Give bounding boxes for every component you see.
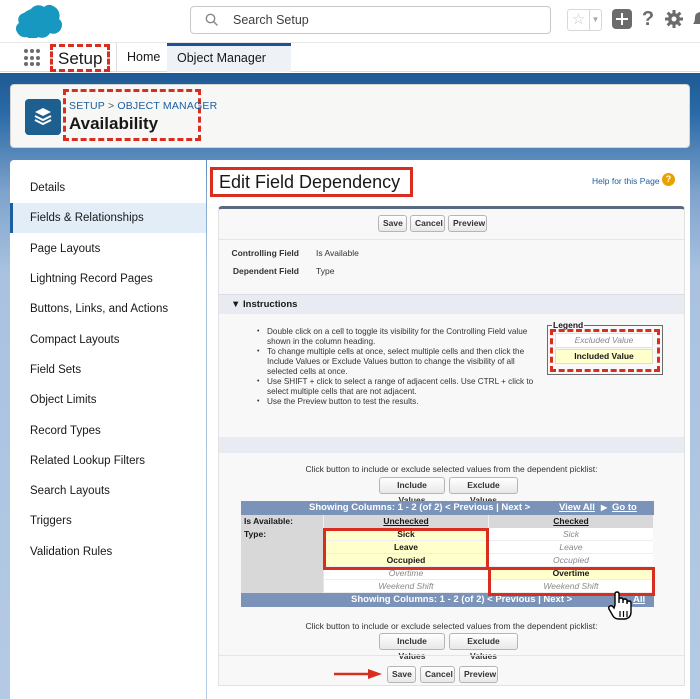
divider [219, 655, 684, 656]
controlling-field-label: Controlling Field [231, 248, 299, 258]
matrix-cell[interactable]: Leave [488, 541, 653, 554]
tab-home-label: Home [127, 50, 161, 64]
matrix-row-label-spacer [241, 541, 323, 554]
hand-pointer-cursor-icon [607, 591, 632, 620]
matrix-cell[interactable]: Weekend Shift [323, 580, 488, 593]
notifications-bell-icon[interactable] [692, 9, 700, 29]
controlling-label: Is Available: [241, 515, 323, 528]
dependency-matrix: Showing Columns: 1 - 2 (of 2) < Previous… [241, 501, 655, 620]
column-header-label: Checked [553, 516, 589, 526]
column-header-label: Unchecked [383, 516, 429, 526]
sidebar-item-validation-rules[interactable]: Validation Rules [10, 537, 206, 567]
search-placeholder: Search Setup [233, 13, 309, 27]
gear-icon[interactable] [664, 9, 684, 29]
sidebar-item-field-sets[interactable]: Field Sets [10, 355, 206, 385]
preview-button-bottom[interactable]: Preview [459, 666, 498, 683]
search-icon [205, 13, 218, 26]
sidebar-item-triggers[interactable]: Triggers [10, 506, 206, 536]
matrix-header-row: Is Available: Unchecked Checked [241, 515, 654, 528]
instruction-item: Use the Preview button to test the resul… [255, 397, 545, 407]
divider [219, 239, 684, 240]
favorites-group: ☆ ▼ [567, 9, 602, 31]
cancel-button-top[interactable]: Cancel [410, 215, 445, 232]
dependent-label: Type: [241, 528, 323, 541]
sidebar-item-related-lookup-filters[interactable]: Related Lookup Filters [10, 446, 206, 476]
breadcrumb-object-manager[interactable]: OBJECT MANAGER [117, 100, 217, 112]
exclude-values-button-bottom[interactable]: Exclude Values [449, 633, 518, 661]
exclude-values-button-top[interactable]: Exclude Values [449, 477, 518, 505]
column-header-unchecked[interactable]: Unchecked [323, 515, 488, 528]
save-button-top[interactable]: Save [378, 215, 407, 232]
field-dependency-form: Save Cancel Preview Controlling Field Is… [218, 206, 685, 686]
app-nav-bar: Setup Home Object Manager∨ [0, 42, 700, 90]
breadcrumb-setup[interactable]: SETUP [69, 100, 105, 112]
help-for-this-page-link[interactable]: Help for this Page [592, 176, 660, 186]
sidebar-item-buttons-links-actions[interactable]: Buttons, Links, and Actions [10, 294, 206, 324]
page-title: Availability [69, 114, 159, 133]
matrix-cell[interactable]: Sick [488, 528, 653, 541]
sidebar-item-record-types[interactable]: Record Types [10, 416, 206, 446]
controlling-field-value: Is Available [316, 248, 359, 258]
pager-text[interactable]: Showing Columns: 1 - 2 (of 2) < Previous… [309, 501, 530, 515]
instruction-item: Use SHIFT + click to select a range of a… [255, 377, 545, 397]
red-arrow-annotation-icon [334, 669, 382, 679]
instructions-list: Double click on a cell to toggle its vis… [255, 327, 545, 407]
tab-object-manager-label: Object Manager [177, 51, 266, 65]
cancel-button-bottom[interactable]: Cancel [420, 666, 455, 683]
include-values-button-top[interactable]: Include Values [379, 477, 445, 505]
highlight-annotation [323, 528, 489, 570]
include-exclude-instructions: Click button to include or exclude selec… [305, 464, 598, 474]
sidebar-item-page-layouts[interactable]: Page Layouts [10, 234, 206, 264]
breadcrumb-separator: > [108, 100, 115, 112]
pager-bar-top: Showing Columns: 1 - 2 (of 2) < Previous… [241, 501, 654, 515]
save-button-bottom[interactable]: Save [387, 666, 416, 683]
matrix-cell[interactable]: Occupied [488, 554, 653, 567]
include-exclude-instructions: Click button to include or exclude selec… [305, 621, 598, 631]
sidebar-item-fields-relationships[interactable]: Fields & Relationships [10, 203, 206, 233]
go-to-link[interactable]: Go to [612, 501, 637, 515]
sidebar-item-compact-layouts[interactable]: Compact Layouts [10, 325, 206, 355]
search-input[interactable]: Search Setup [190, 6, 551, 34]
help-icon[interactable]: ? [638, 9, 658, 29]
sidebar-item-object-limits[interactable]: Object Limits [10, 385, 206, 415]
edit-field-dependency-title: Edit Field Dependency [210, 167, 413, 197]
dependent-field-label: Dependent Field [232, 266, 299, 276]
dependent-field-value: Type [316, 266, 335, 276]
matrix-row-label-spacer [241, 554, 323, 567]
object-sidebar: Details Fields & Relationships Page Layo… [10, 160, 206, 699]
salesforce-cloud-logo[interactable] [10, 4, 62, 38]
main-content: Edit Field Dependency Help for this Page… [207, 160, 690, 699]
tab-object-manager[interactable]: Object Manager∨ [167, 43, 291, 90]
favorites-dropdown-icon[interactable]: ▼ [590, 10, 601, 30]
favorites-star-icon[interactable]: ☆ [568, 10, 590, 30]
app-name: Setup [50, 44, 111, 72]
object-page-header: SETUP > OBJECT MANAGER Availability [10, 84, 690, 148]
matrix-row-label-spacer [241, 567, 323, 580]
tab-home[interactable]: Home [116, 43, 170, 72]
legend: Legend Excluded Value Included Value [547, 320, 663, 375]
matrix-row-label-spacer [241, 580, 323, 593]
sidebar-item-details[interactable]: Details [10, 173, 206, 203]
section-divider [219, 437, 684, 453]
help-badge-icon[interactable]: ? [662, 173, 675, 186]
go-to-arrow-icon: ▶ [601, 503, 608, 512]
global-header: Search Setup ☆ ▼ ? [0, 0, 700, 42]
instructions-header[interactable]: ▼ Instructions [219, 294, 684, 314]
highlight-annotation [550, 329, 660, 372]
sidebar-item-search-layouts[interactable]: Search Layouts [10, 476, 206, 506]
layers-icon [25, 99, 61, 135]
preview-button-top[interactable]: Preview [448, 215, 487, 232]
breadcrumb: SETUP > OBJECT MANAGER [69, 100, 217, 112]
column-header-checked[interactable]: Checked [488, 515, 653, 528]
app-launcher-icon[interactable] [24, 49, 42, 67]
include-values-button-bottom[interactable]: Include Values [379, 633, 445, 661]
sidebar-item-lightning-record-pages[interactable]: Lightning Record Pages [10, 264, 206, 294]
instruction-item: Double click on a cell to toggle its vis… [255, 327, 545, 347]
view-all-link[interactable]: View All [559, 501, 595, 515]
instruction-item: To change multiple cells at once, select… [255, 347, 545, 377]
global-actions-plus-icon[interactable] [612, 9, 632, 29]
